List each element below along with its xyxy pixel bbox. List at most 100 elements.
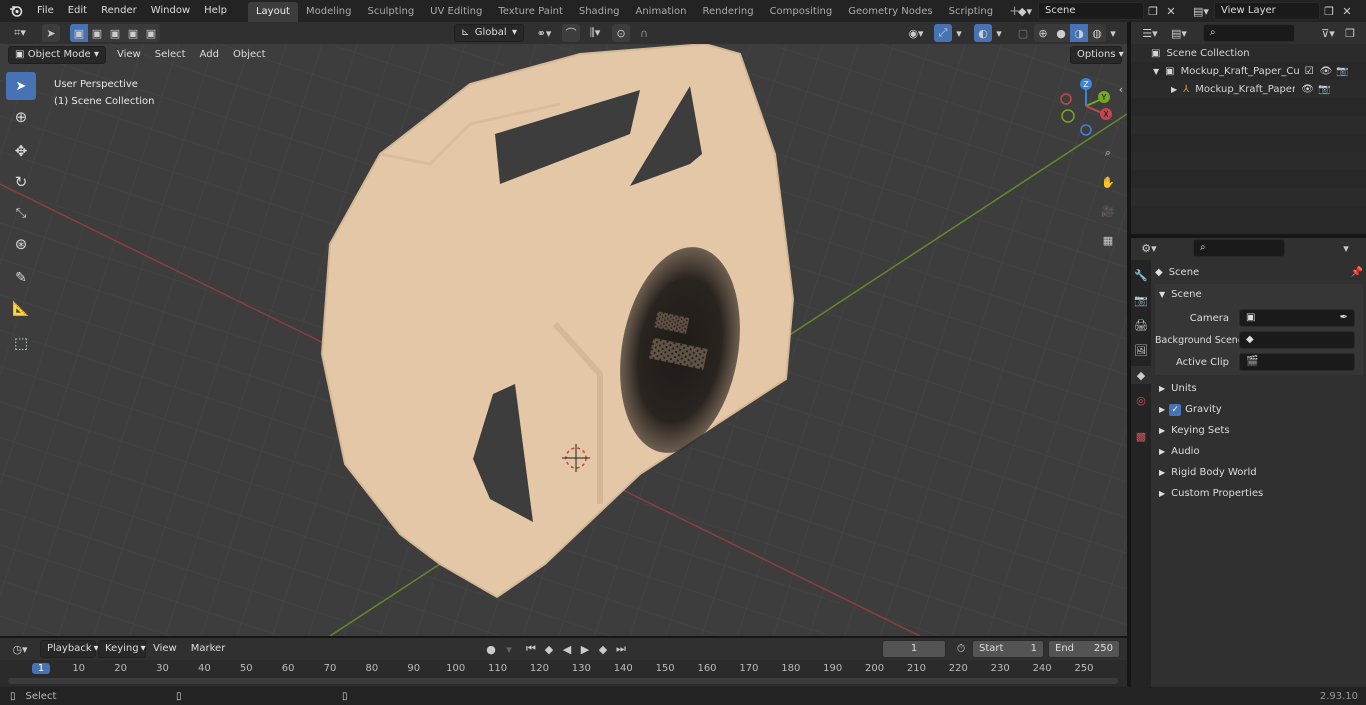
pan-hand-icon[interactable]: ✋ (1097, 171, 1119, 193)
timeline-marker-menu[interactable]: Marker (184, 638, 233, 660)
record-dropdown-icon[interactable]: ▾ (500, 640, 518, 658)
overlay-toggle-icon[interactable]: ◐ (974, 24, 992, 42)
filter-icon[interactable]: ⊽▾ (1315, 24, 1341, 42)
visibility-filter-icon[interactable]: ◉▾ (902, 24, 930, 42)
select-extend-icon[interactable]: ▣ (88, 24, 106, 42)
navigation-gizmo[interactable]: Z Y X (1056, 74, 1118, 136)
zoom-icon[interactable]: ⌕ (1097, 142, 1119, 164)
menu-add[interactable]: Add (193, 44, 226, 66)
snap-target-icon[interactable]: ⫼▾ (582, 24, 608, 42)
tab-layout[interactable]: Layout (247, 2, 298, 22)
gizmo-toggle-icon[interactable]: ⤢ (934, 24, 952, 42)
sidebar-toggle-icon[interactable]: ‹ (1116, 80, 1126, 98)
jump-start-icon[interactable]: ⏮ (522, 640, 540, 658)
units-panel[interactable]: ▶ Units (1155, 378, 1363, 399)
pivot-point-icon[interactable]: ⚭▾ (530, 24, 558, 42)
add-cube-tool[interactable]: ⬚ (6, 329, 36, 357)
eye-icon[interactable]: 👁 (1320, 66, 1333, 77)
scene-tab-icon[interactable]: ◆ (1131, 366, 1151, 384)
proportional-edit-icon[interactable]: ⊙ (612, 24, 630, 42)
view-layer-field[interactable]: View Layer (1214, 2, 1320, 20)
camera-view-icon[interactable]: 🎥 (1097, 200, 1119, 222)
tree-item-holder[interactable]: ▼ ▣ Mockup_Kraft_Paper_Cup_Ho ☑ 👁 📷 (1131, 62, 1366, 80)
menu-select[interactable]: Select (148, 44, 193, 66)
outliner-editor-icon[interactable]: ☰▾ (1135, 24, 1165, 42)
next-keyframe-icon[interactable]: ◆ (594, 640, 612, 658)
render-tab-icon[interactable]: 📷 (1131, 291, 1151, 309)
pin-icon[interactable]: 📌 (1351, 267, 1363, 278)
view-layer-icon[interactable]: ▤▾ (1188, 2, 1214, 20)
new-view-layer-icon[interactable]: ❐ (1320, 2, 1338, 20)
rendered-shading-icon[interactable]: ◍ (1088, 24, 1106, 42)
xray-toggle-icon[interactable]: ▢ (1014, 24, 1032, 42)
tree-item-cup[interactable]: ▶ ⅄ Mockup_Kraft_Paper_Cup 👁 📷 (1131, 80, 1366, 98)
timeline-scrollbar[interactable] (8, 678, 1118, 684)
overlay-dropdown-icon[interactable]: ▾ (992, 24, 1006, 42)
texture-tab-icon[interactable]: ▩ (1131, 427, 1151, 445)
shading-dropdown-icon[interactable]: ▾ (1106, 24, 1120, 42)
menu-object[interactable]: Object (226, 44, 273, 66)
world-tab-icon[interactable]: ◎ (1131, 391, 1151, 409)
camera-icon[interactable]: 📷 (1336, 66, 1348, 77)
move-tool[interactable]: ✥ (6, 137, 36, 165)
tree-root[interactable]: ▣ Scene Collection (1131, 44, 1366, 62)
start-frame-field[interactable]: Start 1 (972, 640, 1044, 658)
play-icon[interactable]: ▶ (576, 640, 594, 658)
rigid-body-world-panel[interactable]: ▶ Rigid Body World (1155, 462, 1363, 483)
menu-file[interactable]: File (30, 0, 61, 22)
menu-render[interactable]: Render (94, 0, 144, 22)
prev-keyframe-icon[interactable]: ◆ (540, 640, 558, 658)
tab-scripting[interactable]: Scripting (941, 2, 1001, 22)
properties-options-icon[interactable]: ▾ (1337, 239, 1355, 257)
gravity-panel[interactable]: ▶ ✓ Gravity (1155, 399, 1363, 420)
solid-shading-icon[interactable]: ● (1052, 24, 1070, 42)
tab-rendering[interactable]: Rendering (694, 2, 761, 22)
delete-scene-icon[interactable]: ✕ (1162, 2, 1180, 20)
active-clip-field[interactable]: 🎬 (1239, 353, 1355, 371)
select-new-icon[interactable]: ▣ (70, 24, 88, 42)
timeline-ruler[interactable]: 1 10 20 30 40 50 60 70 80 90 100 110 120 130 140 150 160… (0, 660, 1127, 686)
wireframe-shading-icon[interactable]: ⊕ (1034, 24, 1052, 42)
tool-tab-icon[interactable]: 🔧 (1131, 266, 1151, 284)
end-frame-field[interactable]: End 250 (1048, 640, 1120, 658)
display-mode-icon[interactable]: ▤▾ (1165, 24, 1193, 42)
scene-name-field[interactable]: Scene (1038, 2, 1144, 20)
select-invert-icon[interactable]: ▣ (124, 24, 142, 42)
menu-help[interactable]: Help (197, 0, 234, 22)
snap-toggle-icon[interactable]: ⌒ (562, 24, 580, 42)
annotate-tool[interactable]: ✎ (6, 264, 36, 292)
preview-range-icon[interactable]: ⏱ (952, 640, 970, 658)
tab-compositing[interactable]: Compositing (762, 2, 841, 22)
select-tool-icon[interactable]: ➤ (42, 24, 60, 42)
new-collection-icon[interactable]: ❐ (1341, 24, 1359, 42)
audio-panel[interactable]: ▶ Audio (1155, 441, 1363, 462)
view-layer-tab-icon[interactable]: 🖼 (1131, 341, 1151, 359)
output-tab-icon[interactable]: 🖨 (1131, 316, 1151, 334)
editor-type-icon[interactable]: ⌗▾ (6, 24, 34, 42)
camera-field[interactable]: ▣ ✒ (1239, 309, 1355, 327)
properties-editor-icon[interactable]: ⚙▾ (1135, 239, 1163, 257)
custom-properties-panel[interactable]: ▶ Custom Properties (1155, 483, 1363, 504)
properties-search[interactable]: ⌕ (1193, 239, 1285, 257)
timeline-view-menu[interactable]: View (146, 638, 184, 660)
tab-geometry-nodes[interactable]: Geometry Nodes (840, 2, 940, 22)
scene-icon[interactable]: ◆▾ (1012, 2, 1038, 20)
outliner-search[interactable]: ⌕ (1203, 24, 1295, 42)
rotate-tool[interactable]: ↻ (6, 168, 36, 196)
blender-logo-icon[interactable] (6, 2, 26, 20)
eye-icon[interactable]: 👁 (1301, 84, 1314, 95)
tab-texture-paint[interactable]: Texture Paint (490, 2, 571, 22)
keying-sets-panel[interactable]: ▶ Keying Sets (1155, 420, 1363, 441)
new-scene-icon[interactable]: ❐ (1144, 2, 1162, 20)
tab-modeling[interactable]: Modeling (298, 2, 360, 22)
material-shading-icon[interactable]: ◑ (1070, 24, 1088, 42)
menu-view[interactable]: View (110, 44, 148, 66)
measure-tool[interactable]: 📐 (6, 295, 36, 323)
tab-shading[interactable]: Shading (571, 2, 628, 22)
select-intersect-icon[interactable]: ▣ (142, 24, 160, 42)
orientation-dropdown[interactable]: ⊾ Global ▾ (454, 24, 524, 42)
background-scene-field[interactable]: ◆ (1239, 331, 1355, 349)
transform-tool[interactable]: ⊛ (6, 230, 36, 258)
menu-window[interactable]: Window (144, 0, 197, 22)
jump-end-icon[interactable]: ⏭ (612, 640, 630, 658)
